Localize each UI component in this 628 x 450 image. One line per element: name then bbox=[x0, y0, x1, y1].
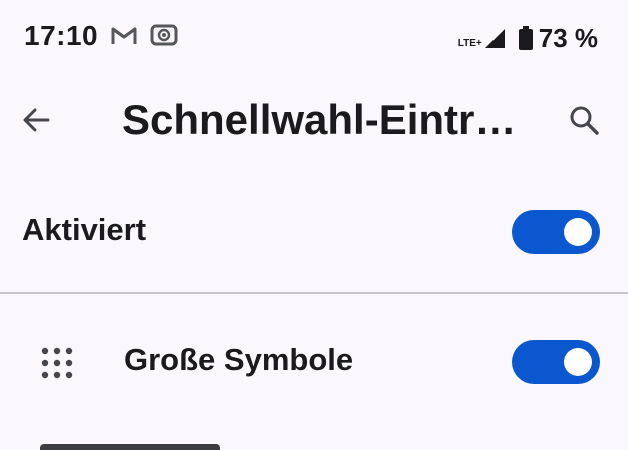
activated-switch[interactable] bbox=[512, 210, 600, 254]
search-button[interactable] bbox=[560, 96, 608, 144]
big-icons-label: Große Symbole bbox=[124, 342, 354, 377]
activated-label: Aktiviert bbox=[22, 212, 147, 247]
next-list-item-cropped bbox=[0, 440, 628, 450]
switch-thumb bbox=[564, 218, 592, 246]
status-right-cluster: LTE+ 73 % bbox=[458, 20, 598, 56]
cropped-text bbox=[40, 444, 220, 450]
setting-row-big-icons[interactable]: Große Symbole bbox=[0, 314, 628, 410]
back-button[interactable] bbox=[12, 96, 60, 144]
divider bbox=[0, 292, 628, 294]
cast-icon bbox=[150, 24, 178, 46]
battery-percent: 73 % bbox=[538, 22, 598, 53]
arrow-back-icon bbox=[23, 108, 50, 132]
signal-icon bbox=[484, 27, 506, 48]
switch-thumb bbox=[564, 348, 592, 376]
dialpad-icon bbox=[41, 347, 73, 379]
status-time: 17:10 bbox=[24, 20, 99, 51]
setting-row-activated[interactable]: Aktiviert bbox=[0, 184, 628, 280]
battery-icon bbox=[518, 26, 533, 50]
status-bar: 17:10 LTE+ 73 % bbox=[0, 0, 628, 78]
page-title: Schnellwahl-Eintr… bbox=[122, 96, 517, 143]
gmail-icon bbox=[111, 27, 137, 44]
app-bar: Schnellwahl-Eintr… bbox=[0, 78, 628, 162]
search-icon bbox=[570, 106, 599, 135]
big-icons-switch[interactable] bbox=[512, 340, 600, 384]
network-type-label: LTE+ bbox=[457, 37, 482, 49]
